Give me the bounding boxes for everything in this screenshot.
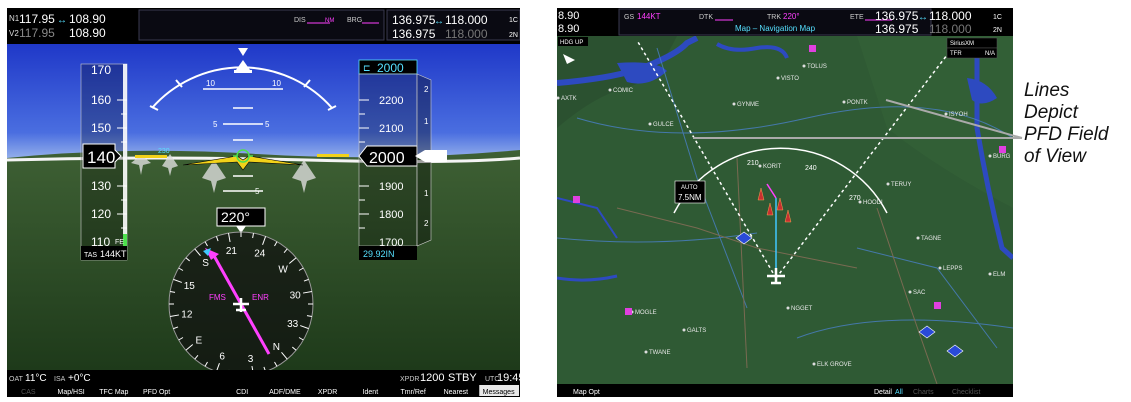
callout-text: Lines Depict PFD Field of View <box>1024 80 1131 168</box>
callout-line-4: of View <box>1024 146 1086 167</box>
callout-leaders <box>693 99 1023 139</box>
callout-leader-upper <box>885 99 1023 139</box>
callout-line-3: PFD Field <box>1024 124 1109 145</box>
callout-line-1: Lines <box>1024 80 1070 101</box>
callout-line-2: Depict <box>1024 102 1078 123</box>
